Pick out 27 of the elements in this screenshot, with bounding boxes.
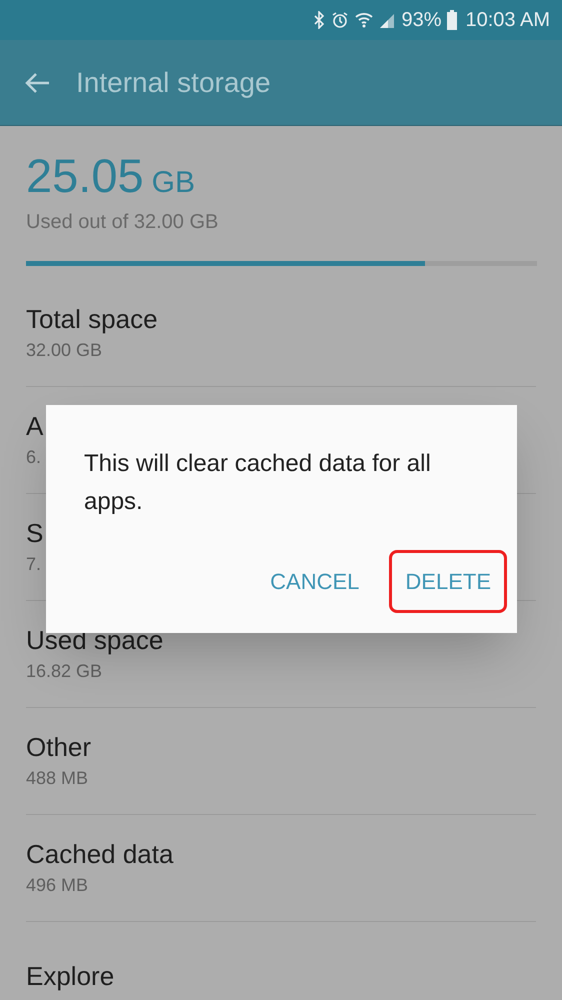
- setting-value: 16.82 GB: [26, 660, 102, 683]
- bluetooth-icon: [313, 11, 326, 29]
- screen-title: Internal storage: [76, 66, 271, 100]
- setting-value: 32.00 GB: [26, 339, 102, 362]
- used-unit: GB: [152, 165, 195, 201]
- clock: 10:03 AM: [465, 8, 550, 33]
- setting-title: S: [26, 517, 44, 549]
- setting-title: Used space: [26, 624, 164, 656]
- wifi-icon: [355, 11, 374, 29]
- dialog-button[interactable]: DELETE: [389, 550, 507, 613]
- setting-title: Explore: [26, 960, 114, 992]
- used-amount: 25.05: [26, 148, 144, 204]
- setting-title: Other: [26, 731, 92, 763]
- setting-value: 7.: [26, 553, 42, 576]
- setting-value: 488 MB: [26, 767, 88, 790]
- setting-title: Cached data: [26, 838, 174, 870]
- battery-level: 93%: [401, 8, 442, 33]
- setting-value: 6.: [26, 446, 42, 469]
- setting-title: A: [26, 410, 44, 442]
- setting-title: Total space: [26, 303, 158, 335]
- alarm-icon: [331, 11, 350, 29]
- dialog-button[interactable]: CANCEL: [254, 550, 376, 613]
- back-arrow-icon[interactable]: [24, 72, 50, 94]
- dialog-message: This will clear cached data for all apps.: [84, 449, 432, 517]
- usage-caption: Used out of 32.00 GB: [26, 210, 220, 235]
- setting-value: 496 MB: [26, 874, 88, 897]
- battery-icon: [447, 10, 458, 30]
